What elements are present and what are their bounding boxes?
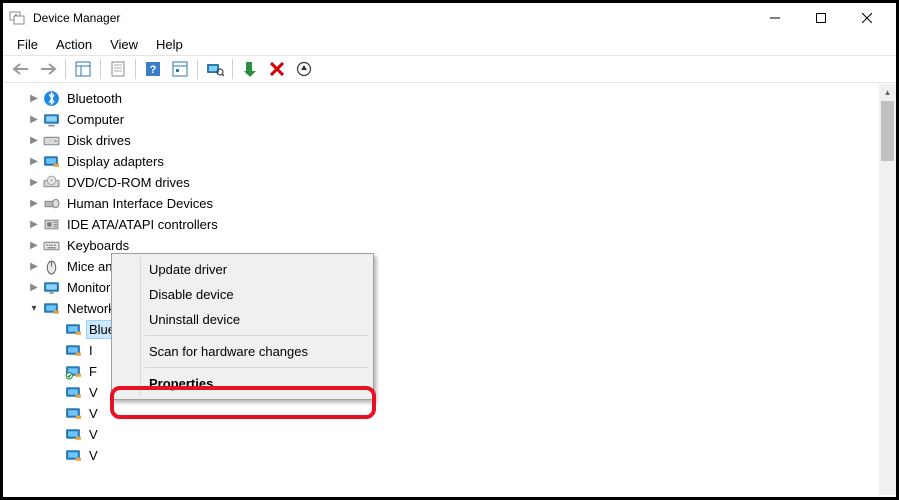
context-menu-scan-hardware[interactable]: Scan for hardware changes: [115, 339, 370, 364]
chevron-right-icon[interactable]: ▶: [27, 239, 41, 253]
dvd-drive-icon: [43, 174, 60, 191]
tree-label: V: [87, 405, 100, 422]
network-adapter-icon: [65, 342, 82, 359]
bluetooth-icon: [43, 90, 60, 107]
context-menu-separator: [145, 335, 368, 336]
help-toolbar-button[interactable]: ?: [141, 57, 165, 81]
context-menu-disable-device[interactable]: Disable device: [115, 282, 370, 307]
chevron-right-icon[interactable]: ▶: [27, 218, 41, 232]
chevron-right-icon[interactable]: ▶: [27, 155, 41, 169]
scroll-up-button[interactable]: ▴: [879, 84, 896, 101]
ide-controller-icon: [43, 216, 60, 233]
tree-item-display-adapters[interactable]: ▶ Display adapters: [11, 151, 896, 172]
menu-help[interactable]: Help: [148, 35, 191, 54]
computer-icon: [43, 111, 60, 128]
network-adapter-icon: [65, 384, 82, 401]
chevron-down-icon[interactable]: ▾: [27, 302, 41, 316]
network-adapter-icon: [65, 426, 82, 443]
menu-bar: File Action View Help: [3, 33, 896, 55]
tree-item-disk-drives[interactable]: ▶ Disk drives: [11, 130, 896, 151]
chevron-right-icon[interactable]: ▶: [27, 176, 41, 190]
chevron-right-icon[interactable]: ▶: [27, 260, 41, 274]
tree-label: Bluetooth: [65, 90, 124, 107]
back-button[interactable]: [9, 57, 33, 81]
tree-item-hid[interactable]: ▶ Human Interface Devices: [11, 193, 896, 214]
menu-view[interactable]: View: [102, 35, 146, 54]
enable-device-button[interactable]: [238, 57, 262, 81]
tree-label: I: [87, 342, 95, 359]
minimize-button[interactable]: [752, 3, 798, 33]
tree-label: Human Interface Devices: [65, 195, 215, 212]
scroll-thumb[interactable]: [881, 101, 894, 161]
tree-item-ide[interactable]: ▶ IDE ATA/ATAPI controllers: [11, 214, 896, 235]
menu-action[interactable]: Action: [48, 35, 100, 54]
toolbar: ?: [3, 55, 896, 83]
chevron-right-icon[interactable]: ▶: [27, 134, 41, 148]
tree-item-network-adapter-child[interactable]: V: [11, 424, 896, 445]
network-adapter-icon: [43, 300, 60, 317]
monitor-icon: [43, 279, 60, 296]
keyboard-icon: [43, 237, 60, 254]
tree-label: Computer: [65, 111, 126, 128]
tree-label: IDE ATA/ATAPI controllers: [65, 216, 220, 233]
tree-item-network-adapter-child[interactable]: V: [11, 445, 896, 466]
chevron-right-icon[interactable]: ▶: [27, 92, 41, 106]
menu-file[interactable]: File: [9, 35, 46, 54]
context-menu: Update driver Disable device Uninstall d…: [111, 253, 374, 400]
chevron-right-icon[interactable]: ▶: [27, 281, 41, 295]
tree-item-bluetooth[interactable]: ▶ Bluetooth: [11, 88, 896, 109]
network-adapter-icon: [65, 363, 82, 380]
tree-item-dvd[interactable]: ▶ DVD/CD-ROM drives: [11, 172, 896, 193]
show-hide-console-tree-button[interactable]: [71, 57, 95, 81]
network-adapter-icon: [65, 405, 82, 422]
vertical-scrollbar[interactable]: ▴: [879, 84, 896, 495]
tree-label: V: [87, 426, 100, 443]
context-menu-properties[interactable]: Properties: [115, 371, 370, 396]
tree-label: F: [87, 363, 99, 380]
scan-hardware-button[interactable]: [203, 57, 227, 81]
disk-drive-icon: [43, 132, 60, 149]
tree-label: Disk drives: [65, 132, 133, 149]
forward-button[interactable]: [36, 57, 60, 81]
title-bar: Device Manager: [3, 3, 896, 33]
properties-toolbar-button[interactable]: [106, 57, 130, 81]
network-adapter-icon: [65, 447, 82, 464]
chevron-right-icon[interactable]: ▶: [27, 113, 41, 127]
chevron-right-icon[interactable]: ▶: [27, 197, 41, 211]
close-button[interactable]: [844, 3, 890, 33]
action-toolbar-button[interactable]: [168, 57, 192, 81]
tree-label: V: [87, 384, 100, 401]
tree-label: Display adapters: [65, 153, 166, 170]
tree-item-computer[interactable]: ▶ Computer: [11, 109, 896, 130]
context-menu-separator: [145, 367, 368, 368]
display-adapter-icon: [43, 153, 60, 170]
mouse-icon: [43, 258, 60, 275]
window-title: Device Manager: [33, 11, 120, 25]
app-icon: [9, 10, 25, 26]
context-menu-uninstall-device[interactable]: Uninstall device: [115, 307, 370, 332]
uninstall-device-button[interactable]: [265, 57, 289, 81]
tree-label: DVD/CD-ROM drives: [65, 174, 192, 191]
context-menu-update-driver[interactable]: Update driver: [115, 257, 370, 282]
tree-label: Keyboards: [65, 237, 131, 254]
hid-icon: [43, 195, 60, 212]
maximize-button[interactable]: [798, 3, 844, 33]
tree-item-network-adapter-child[interactable]: V: [11, 403, 896, 424]
tree-label: V: [87, 447, 100, 464]
network-adapter-icon: [65, 321, 82, 338]
svg-text:?: ?: [150, 64, 157, 76]
update-driver-button[interactable]: [292, 57, 316, 81]
